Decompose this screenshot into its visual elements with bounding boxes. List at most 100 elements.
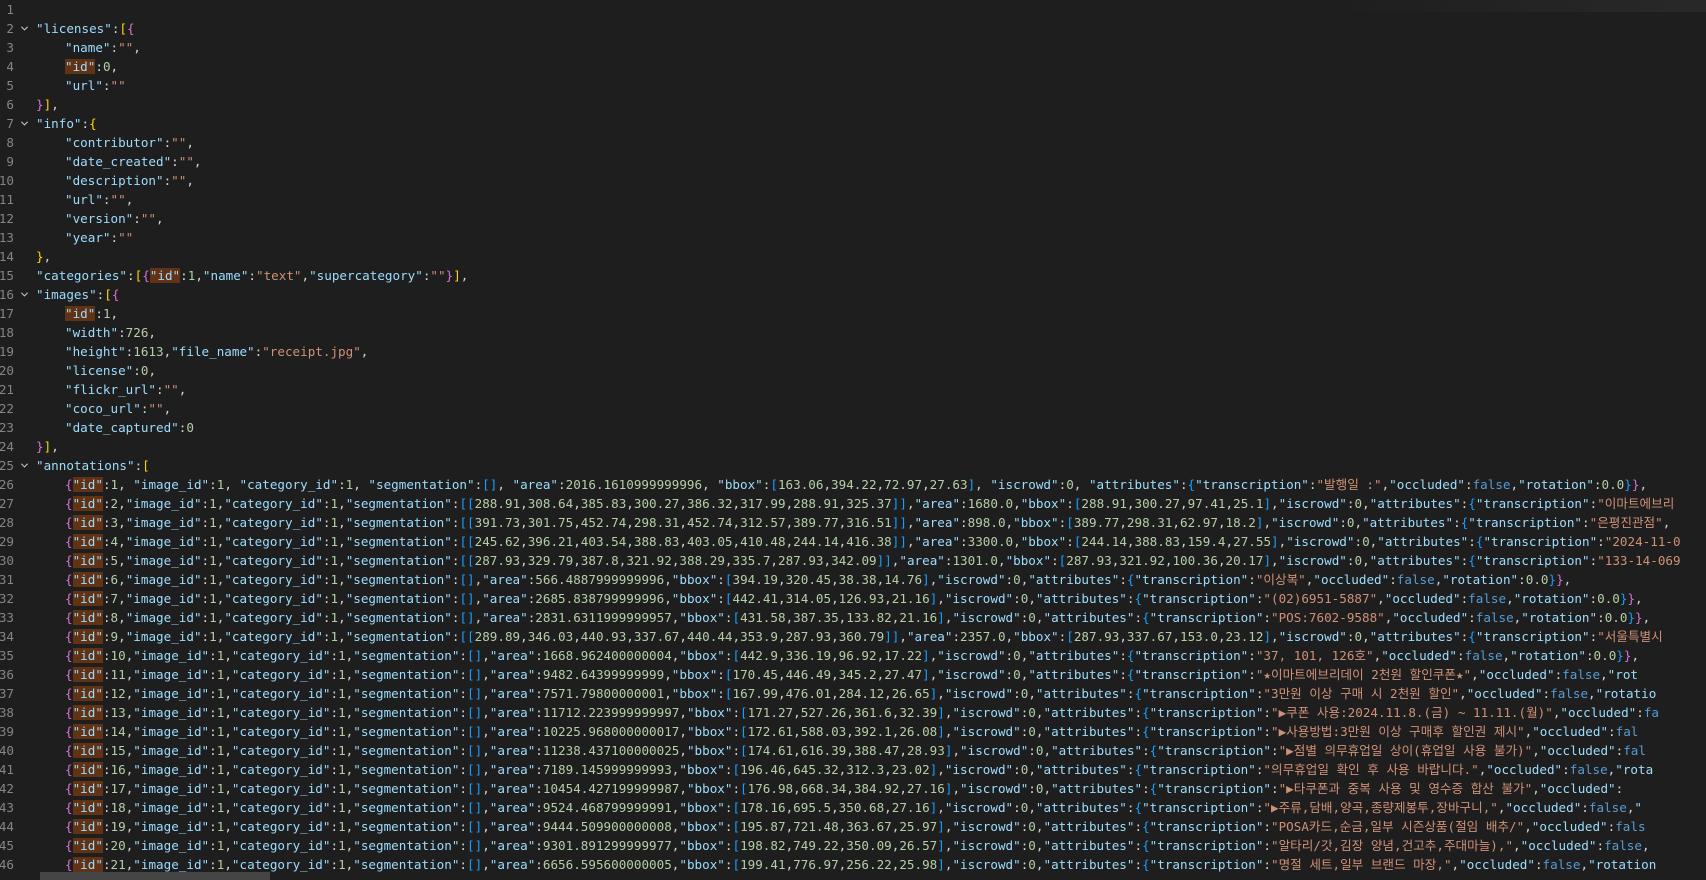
code-token: : <box>322 629 331 644</box>
code-token: "attributes" <box>1043 857 1135 872</box>
code-token: "iscrowd" <box>952 819 1021 834</box>
code-line[interactable]: 22 "coco_url":"", <box>0 399 1706 418</box>
code-line[interactable]: 5 "url":"" <box>0 76 1706 95</box>
code-token: , <box>224 705 232 720</box>
fold-chevron-icon[interactable] <box>20 114 32 133</box>
code-line[interactable]: 31 {"id":6,"image_id":1,"category_id":1,"… <box>0 570 1706 589</box>
code-line[interactable]: 19 "height":1613,"file_name":"receipt.jpg… <box>0 342 1706 361</box>
code-line[interactable]: 42 {"id":17,"image_id":1,"category_id":1,… <box>0 779 1706 798</box>
code-token: , <box>922 477 930 492</box>
code-token: , <box>1532 781 1540 796</box>
code-token: , <box>1524 819 1532 834</box>
code-token: : <box>1134 838 1143 853</box>
code-line[interactable]: 14}, <box>0 247 1706 266</box>
code-line[interactable]: 41 {"id":16,"image_id":1,"category_id":1,… <box>0 760 1706 779</box>
code-token: 287.93 <box>1073 629 1120 644</box>
fold-chevron-icon[interactable] <box>20 19 32 38</box>
code-token: "★이마트에브리데이 2천원 할인쿠폰★" <box>1255 667 1472 682</box>
code-line[interactable]: 40 {"id":15,"image_id":1,"category_id":1,… <box>0 741 1706 760</box>
code-line[interactable]: 24}], <box>0 437 1706 456</box>
code-line[interactable]: 2 "licenses":[{ <box>0 19 1706 38</box>
code-line[interactable]: 7 "info":{ <box>0 114 1706 133</box>
code-token: : <box>1179 477 1188 492</box>
code-line[interactable]: 6}], <box>0 95 1706 114</box>
code-token: : <box>1248 572 1256 587</box>
code-token: : <box>102 838 111 853</box>
code-token: , <box>51 97 59 112</box>
code-token: "" <box>110 192 126 207</box>
code-line[interactable]: 12 "version":"", <box>0 209 1706 228</box>
code-token: { <box>1134 686 1143 701</box>
code-token: , <box>664 667 672 682</box>
code-token: : <box>201 610 210 625</box>
code-line[interactable]: 30 {"id":5,"image_id":1,"category_id":1,"… <box>0 551 1706 570</box>
code-line[interactable]: 39 {"id":14,"image_id":1,"category_id":1,… <box>0 722 1706 741</box>
fold-chevron-icon[interactable] <box>20 456 32 475</box>
code-line[interactable]: 17 "id":1, <box>0 304 1706 323</box>
code-line[interactable]: 3 "name":"", <box>0 38 1706 57</box>
code-token: "attributes" <box>1377 534 1469 549</box>
code-token: { <box>65 705 73 720</box>
code-line[interactable]: 38 {"id":13,"image_id":1,"category_id":1,… <box>0 703 1706 722</box>
code-line[interactable]: 9 "date_created":"", <box>0 152 1706 171</box>
code-line[interactable]: 29 {"id":4,"image_id":1,"category_id":1,"… <box>0 532 1706 551</box>
code-line[interactable]: 23 "date_captured":0 <box>0 418 1706 437</box>
code-line[interactable]: 16 "images":[{ <box>0 285 1706 304</box>
code-line[interactable]: 8 "contributor":"", <box>0 133 1706 152</box>
code-token: 385.83 <box>580 496 627 511</box>
code-line[interactable]: 13 "year":"" <box>0 228 1706 247</box>
code-token: 3300.0 <box>967 534 1014 549</box>
code-token: , <box>732 515 741 530</box>
line-number: 34 <box>0 629 14 644</box>
code-line[interactable]: 20 "license":0, <box>0 361 1706 380</box>
code-token: : <box>1593 477 1602 492</box>
code-line[interactable]: 34 {"id":9,"image_id":1,"category_id":1,"… <box>0 627 1706 646</box>
code-token: : <box>1263 724 1271 739</box>
code-text: "year":"" <box>65 228 133 247</box>
code-text: "info":{ <box>36 114 97 133</box>
code-token: , <box>777 686 786 701</box>
code-token: 1 <box>338 667 346 682</box>
code-line[interactable]: 45 {"id":20,"image_id":1,"category_id":1,… <box>0 836 1706 855</box>
code-token: , <box>846 724 854 739</box>
code-token: 335.7 <box>732 553 771 568</box>
code-line[interactable]: 4 "id":0, <box>0 57 1706 76</box>
code-token: "transcription" <box>1149 724 1264 739</box>
line-number: 43 <box>0 800 14 815</box>
code-line[interactable]: 32 {"id":7,"image_id":1,"category_id":1,"… <box>0 589 1706 608</box>
code-token: 1 <box>330 629 339 644</box>
code-line[interactable]: 44 {"id":19,"image_id":1,"category_id":1,… <box>0 817 1706 836</box>
code-line[interactable]: 18 "width":726, <box>0 323 1706 342</box>
code-line[interactable]: 33 {"id":8,"image_id":1,"category_id":1,"… <box>0 608 1706 627</box>
code-line[interactable]: 43 {"id":18,"image_id":1,"category_id":1,… <box>0 798 1706 817</box>
code-token: , <box>1126 496 1135 511</box>
code-token: "37, 101, 126호" <box>1255 648 1374 663</box>
code-line[interactable]: 36 {"id":11,"image_id":1,"category_id":1,… <box>0 665 1706 684</box>
code-token: "segmentation" <box>353 838 460 853</box>
code-token: "area" <box>482 572 528 587</box>
code-line[interactable]: 10 "description":"", <box>0 171 1706 190</box>
code-token: 1680.0 <box>967 496 1014 511</box>
code-token: : <box>209 762 217 777</box>
code-editor[interactable]: 1 2 "licenses":[{3 "name":"", 4 "id":0, 5 "url"… <box>0 0 1706 880</box>
code-line[interactable]: 25 "annotations":[ <box>0 456 1706 475</box>
code-token: , <box>846 743 854 758</box>
code-line[interactable]: 27 {"id":2,"image_id":1,"category_id":1,"… <box>0 494 1706 513</box>
code-text: }], <box>36 437 59 456</box>
horizontal-scrollbar-thumb[interactable] <box>40 872 270 880</box>
fold-chevron-icon[interactable] <box>20 285 32 304</box>
code-line[interactable]: 11 "url":"", <box>0 190 1706 209</box>
code-token: { <box>1468 629 1476 644</box>
code-line[interactable]: 26 {"id":1, "image_id":1, "category_id":1… <box>0 475 1706 494</box>
code-line[interactable]: 28 {"id":3,"image_id":1,"category_id":1,"… <box>0 513 1706 532</box>
code-line[interactable]: 21 "flickr_url":"", <box>0 380 1706 399</box>
code-token: , <box>43 249 52 264</box>
code-token: : <box>1468 610 1476 625</box>
line-number: 2 <box>6 21 14 36</box>
code-line[interactable]: 15 "categories":[{"id":1,"name":"text","s… <box>0 266 1706 285</box>
code-token: "image_id" <box>125 515 202 530</box>
code-line[interactable]: 35 {"id":10,"image_id":1,"category_id":1,… <box>0 646 1706 665</box>
code-token: : <box>102 78 111 93</box>
code-token: "area" <box>489 686 536 701</box>
code-line[interactable]: 37 {"id":12,"image_id":1,"category_id":1,… <box>0 684 1706 703</box>
